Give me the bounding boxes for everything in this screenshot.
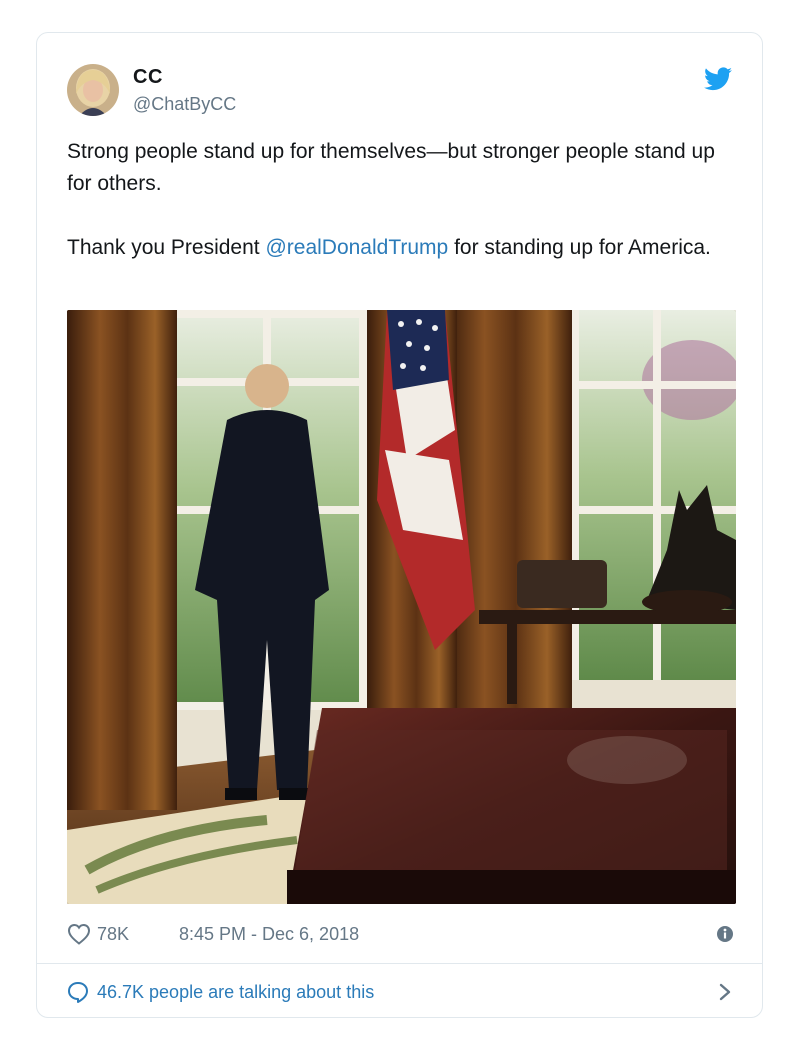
chevron-right-icon[interactable]	[718, 982, 732, 1002]
avatar[interactable]	[67, 64, 119, 116]
tweet-text: Strong people stand up for themselves—bu…	[67, 136, 727, 264]
timestamp[interactable]: 8:45 PM - Dec 6, 2018	[179, 924, 359, 945]
tweet-text-prefix: Thank you President	[67, 236, 266, 259]
user-handle[interactable]: @ChatByCC	[133, 94, 236, 115]
mention-link[interactable]: @realDonaldTrump	[265, 236, 448, 259]
tweet-meta: 78K 8:45 PM - Dec 6, 2018	[67, 921, 736, 949]
divider	[37, 963, 762, 964]
tweet-paragraph-2: Thank you President @realDonaldTrump for…	[67, 232, 727, 264]
display-name[interactable]: CC	[133, 66, 163, 89]
twitter-bird-icon[interactable]	[704, 67, 732, 91]
conversation-count[interactable]: 46.7K people are talking about this	[97, 982, 374, 1003]
embedded-tweet-card: CC @ChatByCC Strong people stand up for …	[36, 32, 763, 1018]
info-icon[interactable]	[716, 925, 734, 943]
like-count[interactable]: 78K	[97, 924, 129, 945]
tweet-paragraph-1: Strong people stand up for themselves—bu…	[67, 140, 715, 195]
speech-bubble-icon	[68, 982, 88, 1003]
tweet-photo[interactable]	[67, 310, 736, 904]
tweet-text-suffix: for standing up for America.	[448, 236, 711, 259]
heart-icon[interactable]	[67, 923, 91, 945]
